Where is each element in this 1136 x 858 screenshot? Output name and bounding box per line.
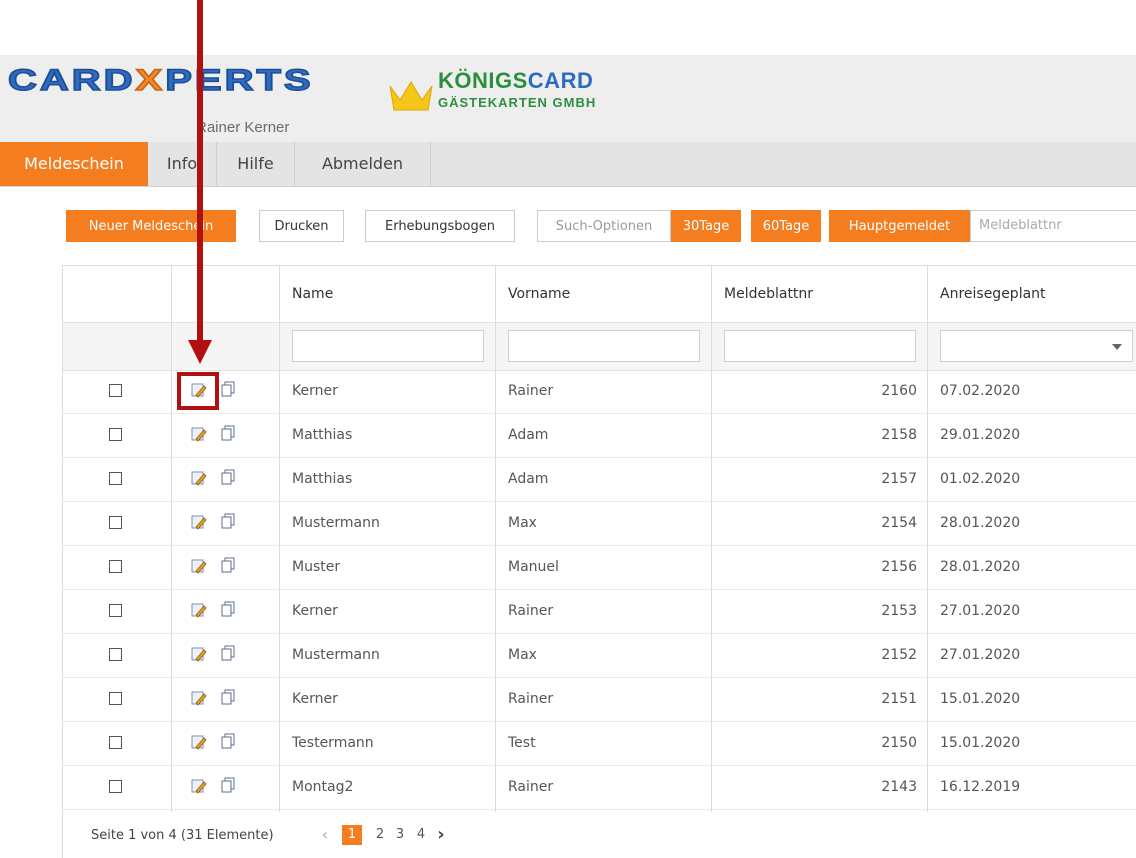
annotation-arrowhead bbox=[188, 340, 212, 364]
annotation-layer bbox=[188, 0, 212, 364]
annotation-highlight-box bbox=[177, 372, 219, 410]
